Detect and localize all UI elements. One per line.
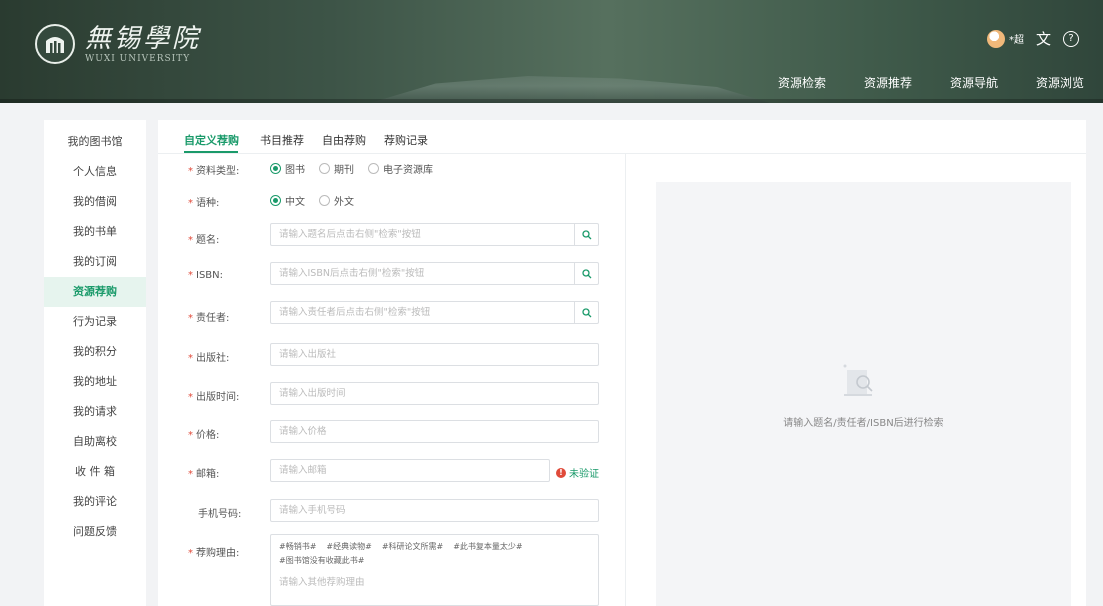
nav-resource-navigation[interactable]: 资源导航 [931,74,1017,91]
sidebar-item-my-library[interactable]: 我的图书馆 [44,127,146,157]
sidebar-item-feedback[interactable]: 问题反馈 [44,517,146,547]
radio-e-resource[interactable]: 电子资源库 [368,161,433,176]
sidebar-item-my-points[interactable]: 我的积分 [44,337,146,367]
tab-custom-recommend[interactable]: 自定义荐购 [184,132,239,148]
phone-label: 手机号码: [198,509,242,520]
user-name[interactable]: *超 [1009,31,1024,46]
tab-recommend-record[interactable]: 荐购记录 [384,132,428,148]
title-label: * 题名: [188,235,220,246]
tab-bar: 自定义荐购 书目推荐 自由荐购 荐购记录 [158,120,1086,154]
sidebar-item-my-requests[interactable]: 我的请求 [44,397,146,427]
title-search-icon[interactable] [574,224,598,245]
help-icon[interactable]: ? [1063,30,1079,47]
radio-book[interactable]: 图书 [270,161,305,176]
publisher-input[interactable]: 请输入出版社 [270,343,599,366]
top-navigation: 资源检索 资源推荐 资源导航 资源浏览 [759,74,1103,91]
email-label: * 邮箱: [188,469,220,480]
language-switch-icon[interactable]: 文 [1036,28,1051,49]
language-label: * 语种: [188,198,220,209]
resource-type-radio-group: 图书 期刊 电子资源库 [270,161,433,176]
isbn-label: * ISBN: [188,270,224,281]
user-avatar[interactable] [986,29,1005,48]
email-verify-status[interactable]: ! 未验证 [556,465,599,480]
reason-tag[interactable]: #畅销书# [279,541,316,552]
reason-tag[interactable]: #图书馆没有收藏此书# [279,555,364,566]
nav-resource-search[interactable]: 资源检索 [759,74,845,91]
radio-foreign-indicator [319,195,330,206]
university-emblem-icon [35,24,75,64]
logo-english-name: WUXI UNIVERSITY [85,54,191,64]
publisher-label: * 出版社: [188,353,230,364]
reason-tag[interactable]: #科研论文所需# [382,541,443,552]
language-radio-group: 中文 外文 [270,193,354,208]
price-label: * 价格: [188,430,220,441]
active-tab-indicator [184,151,238,153]
main-panel: 自定义荐购 书目推荐 自由荐购 荐购记录 * 资料类型: 图书 期刊 电子资源库 … [158,120,1086,606]
tab-bibliography-recommend[interactable]: 书目推荐 [260,132,304,148]
sidebar-item-my-comments[interactable]: 我的评论 [44,487,146,517]
sidebar-item-behavior-record[interactable]: 行为记录 [44,307,146,337]
price-input[interactable]: 请输入价格 [270,420,599,443]
radio-e-resource-indicator [368,163,379,174]
radio-book-indicator [270,163,281,174]
reason-tag-list: #畅销书# #经典读物# #科研论文所需# #此书复本量太少# #图书馆没有收藏… [279,541,549,566]
radio-journal-indicator [319,163,330,174]
nav-resource-recommend[interactable]: 资源推荐 [845,74,931,91]
reason-label: * 荐购理由: [188,548,240,559]
isbn-input[interactable]: 请输入ISBN后点击右侧"检索"按钮 [270,262,599,285]
sidebar: 我的图书馆 个人信息 我的借阅 我的书单 我的订阅 资源荐购 行为记录 我的积分… [44,120,146,606]
empty-result-text: 请输入题名/责任者/ISBN后进行检索 [783,418,944,429]
phone-input[interactable]: 请输入手机号码 [270,499,599,522]
radio-journal[interactable]: 期刊 [319,161,354,176]
radio-chinese-indicator [270,195,281,206]
reason-tag[interactable]: #经典读物# [326,541,371,552]
reason-tag[interactable]: #此书复本量太少# [453,541,522,552]
resource-type-label: * 资料类型: [188,166,240,177]
warning-icon: ! [556,467,566,478]
header-banner: 無锡學院 WUXI UNIVERSITY *超 文 ? 资源检索 资源推荐 资源… [0,0,1103,103]
sidebar-item-my-borrowing[interactable]: 我的借阅 [44,187,146,217]
panel-divider [625,154,626,606]
nav-resource-browse[interactable]: 资源浏览 [1017,74,1103,91]
reason-textarea[interactable]: #畅销书# #经典读物# #科研论文所需# #此书复本量太少# #图书馆没有收藏… [270,534,599,606]
sidebar-item-my-address[interactable]: 我的地址 [44,367,146,397]
tab-free-recommend[interactable]: 自由荐购 [322,132,366,148]
author-search-icon[interactable] [574,302,598,323]
empty-search-icon [843,364,873,396]
title-input[interactable]: 请输入题名后点击右侧"检索"按钮 [270,223,599,246]
sidebar-item-personal-info[interactable]: 个人信息 [44,157,146,187]
sidebar-item-resource-recommend[interactable]: 资源荐购 [44,277,146,307]
radio-foreign[interactable]: 外文 [319,193,354,208]
logo-chinese-name: 無锡學院 [85,24,202,54]
sidebar-item-self-leave[interactable]: 自助离校 [44,427,146,457]
pub-date-label: * 出版时间: [188,392,240,403]
search-result-panel: 请输入题名/责任者/ISBN后进行检索 [656,182,1071,606]
pub-date-input[interactable]: 请输入出版时间 [270,382,599,405]
sidebar-item-my-subscription[interactable]: 我的订阅 [44,247,146,277]
sidebar-item-my-booklist[interactable]: 我的书单 [44,217,146,247]
university-logo[interactable]: 無锡學院 WUXI UNIVERSITY [35,24,201,64]
isbn-search-icon[interactable] [574,263,598,284]
radio-chinese[interactable]: 中文 [270,193,305,208]
author-input[interactable]: 请输入责任者后点击右侧"检索"按钮 [270,301,599,324]
sidebar-item-inbox[interactable]: 收 件 箱 [44,457,146,487]
email-input[interactable]: 请输入邮箱 [270,459,550,482]
author-label: * 责任者: [188,313,230,324]
reason-placeholder: 请输入其他荐购理由 [279,577,365,588]
